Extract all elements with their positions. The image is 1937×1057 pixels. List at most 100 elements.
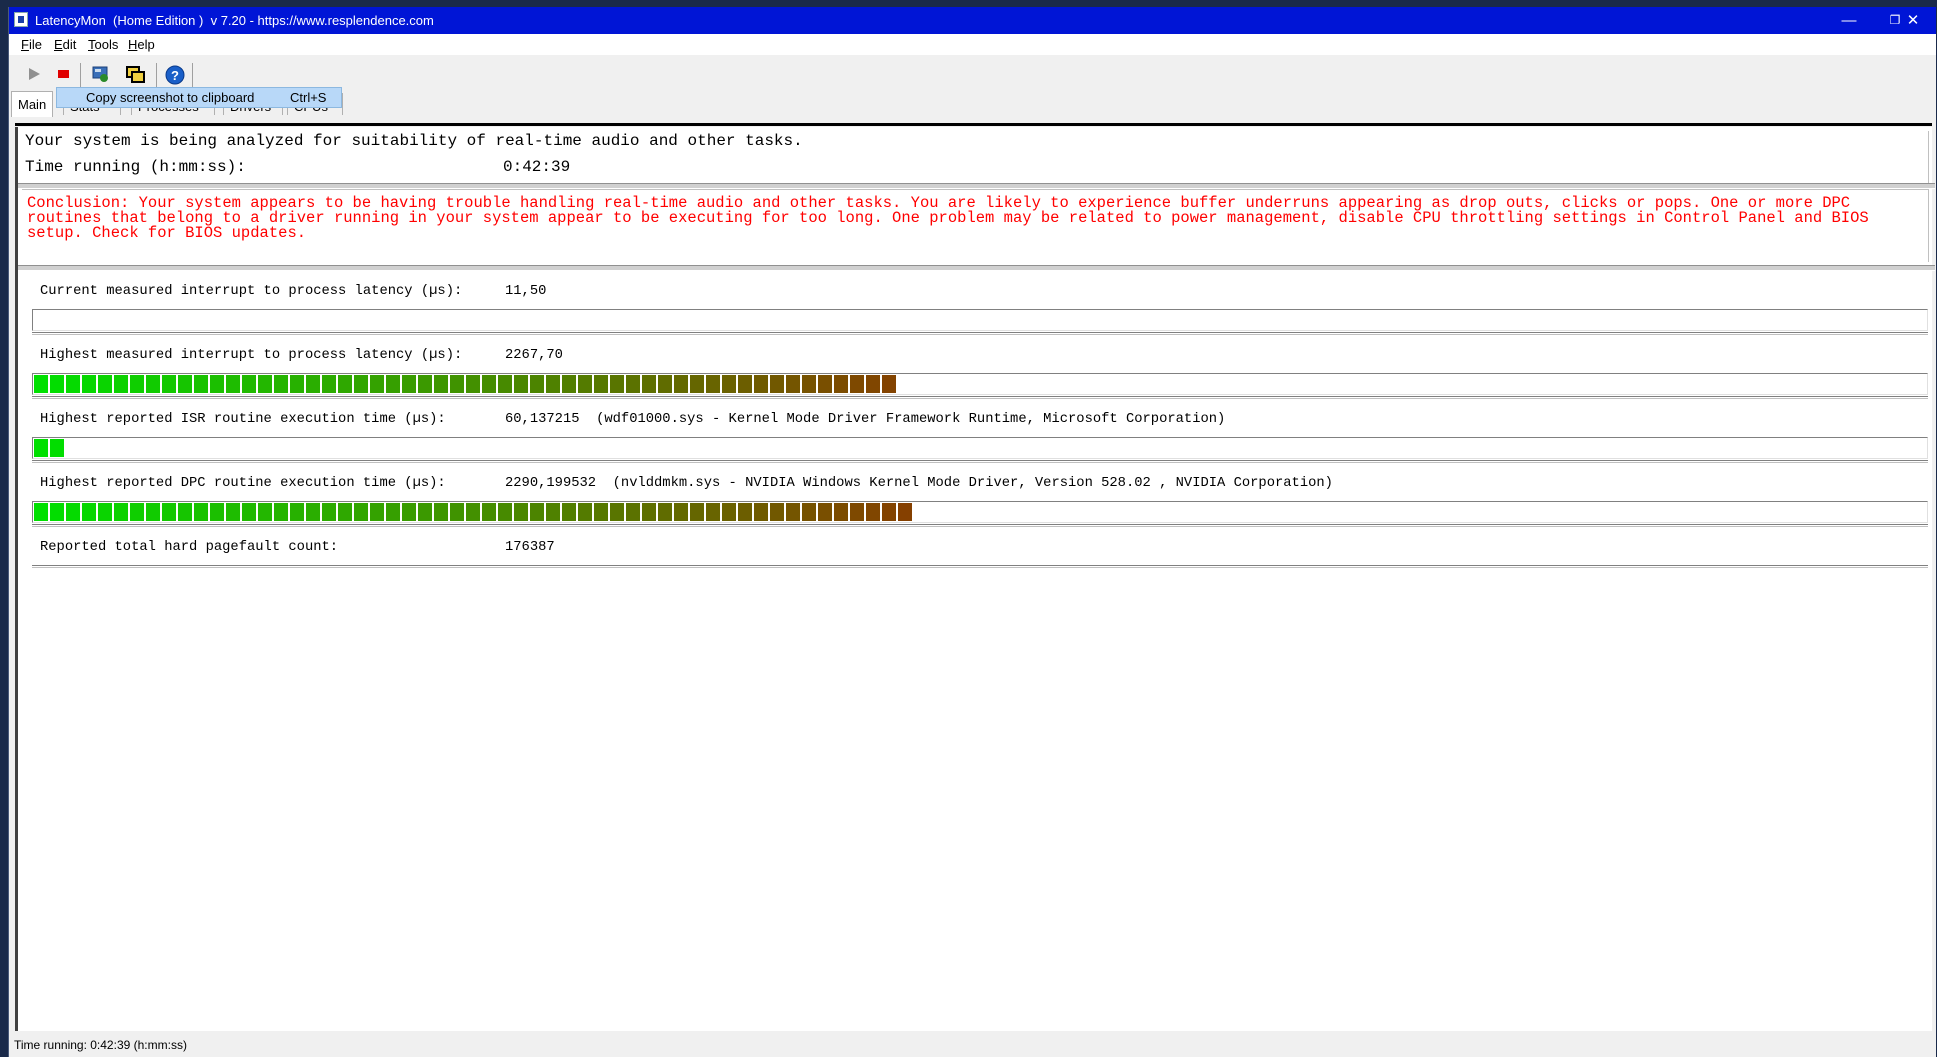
bar-segment <box>562 503 576 521</box>
bar-segment <box>866 375 880 393</box>
bar-segment <box>770 375 784 393</box>
menu-edit[interactable]: Edit <box>54 37 76 52</box>
bar-segment <box>738 375 752 393</box>
bar-segment <box>130 503 144 521</box>
bar-segment <box>98 375 112 393</box>
menu-file[interactable]: File <box>21 37 42 52</box>
current-latency-label: Current measured interrupt to process la… <box>40 284 463 299</box>
pagefault-value: 176387 <box>505 540 555 555</box>
dpc-time-value: 2290,199532 (nvlddmkm.sys - NVIDIA Windo… <box>505 476 1333 491</box>
bar-segment <box>370 375 384 393</box>
bar-segment <box>482 503 496 521</box>
status-text: Time running: 0:42:39 (h:mm:ss) <box>14 1038 187 1052</box>
bar-segment <box>738 503 752 521</box>
dpc-time-bar <box>32 501 1928 523</box>
bar-segment <box>226 375 240 393</box>
conclusion-text: Conclusion: Your system appears to be ha… <box>27 194 1869 242</box>
bar-segment <box>98 503 112 521</box>
bar-segment <box>290 375 304 393</box>
bar-segment <box>338 375 352 393</box>
bar-segment <box>578 375 592 393</box>
bar-segment <box>498 503 512 521</box>
bar-segment <box>546 375 560 393</box>
bar-segment <box>834 503 848 521</box>
bar-segment <box>482 375 496 393</box>
bar-segment <box>562 375 576 393</box>
screenshot-icon[interactable] <box>90 63 112 85</box>
bar-segment <box>706 503 720 521</box>
bar-segment <box>418 503 432 521</box>
bar-segment <box>754 503 768 521</box>
bar-segment <box>498 375 512 393</box>
section-divider <box>18 265 1935 271</box>
main-panel: Your system is being analyzed for suitab… <box>15 127 1935 1031</box>
title-bar[interactable]: LatencyMon (Home Edition ) v 7.20 - http… <box>9 7 1936 34</box>
menu-tools[interactable]: Tools <box>88 37 118 52</box>
bar-segment <box>114 503 128 521</box>
highest-latency-label: Highest measured interrupt to process la… <box>40 348 463 363</box>
bar-segment <box>882 375 896 393</box>
bar-segment <box>354 503 368 521</box>
copy-windows-icon[interactable] <box>124 63 146 85</box>
play-icon[interactable] <box>23 63 45 85</box>
menu-help[interactable]: Help <box>128 37 155 52</box>
bar-segment <box>674 503 688 521</box>
context-menu[interactable]: Copy screenshot to clipboard Ctrl+S <box>56 87 342 108</box>
bar-segment <box>818 375 832 393</box>
time-running-value: 0:42:39 <box>503 158 571 176</box>
content-top-border <box>15 123 1932 126</box>
bar-segment <box>210 503 224 521</box>
bar-segment <box>626 375 640 393</box>
bar-segment <box>50 375 64 393</box>
bar-segment <box>786 375 800 393</box>
bar-segment <box>386 375 400 393</box>
isr-time-bar <box>32 437 1928 459</box>
time-running-label: Time running (h:mm:ss): <box>25 158 246 176</box>
bar-segment <box>306 375 320 393</box>
pagefault-label: Reported total hard pagefault count: <box>40 540 339 555</box>
bar-segment <box>690 503 704 521</box>
bar-segment <box>178 375 192 393</box>
help-icon[interactable]: ? <box>164 63 186 85</box>
bar-segment <box>418 375 432 393</box>
bar-segment <box>50 439 64 457</box>
bar-segment <box>514 375 528 393</box>
toolbar-separator <box>192 63 193 87</box>
bar-segment <box>162 503 176 521</box>
close-button[interactable]: ✕ <box>1893 7 1933 34</box>
bar-segment <box>274 375 288 393</box>
bar-segment <box>306 503 320 521</box>
tab-main[interactable]: Main <box>11 91 53 117</box>
bar-segment <box>658 375 672 393</box>
bar-segment <box>130 375 144 393</box>
copy-screenshot-menu-item[interactable]: Copy screenshot to clipboard <box>86 90 254 105</box>
current-latency-value: 11,50 <box>505 284 547 299</box>
bar-segment <box>34 503 48 521</box>
bar-segment <box>114 375 128 393</box>
bar-segment <box>50 503 64 521</box>
bar-segment <box>82 503 96 521</box>
minimize-button[interactable]: — <box>1826 7 1872 34</box>
metric-divider <box>32 332 1928 335</box>
bar-segment <box>642 503 656 521</box>
metric-divider <box>32 460 1928 463</box>
bar-segment <box>578 503 592 521</box>
bar-segment <box>194 503 208 521</box>
summary-section: Your system is being analyzed for suitab… <box>22 131 1929 184</box>
bar-segment <box>786 503 800 521</box>
bar-segment <box>226 503 240 521</box>
bar-segment <box>610 503 624 521</box>
bar-segment <box>434 503 448 521</box>
stop-icon[interactable] <box>53 63 75 85</box>
bar-segment <box>642 375 656 393</box>
bar-segment <box>610 375 624 393</box>
analyzing-text: Your system is being analyzed for suitab… <box>25 132 803 150</box>
bar-segment <box>66 503 80 521</box>
current-latency-bar <box>32 309 1928 331</box>
toolbar-separator <box>156 63 157 87</box>
bar-segment <box>370 503 384 521</box>
highest-latency-value: 2267,70 <box>505 348 563 363</box>
menu-bar: File Edit Tools Help <box>9 34 1936 55</box>
bar-segment <box>626 503 640 521</box>
bar-segment <box>322 503 336 521</box>
